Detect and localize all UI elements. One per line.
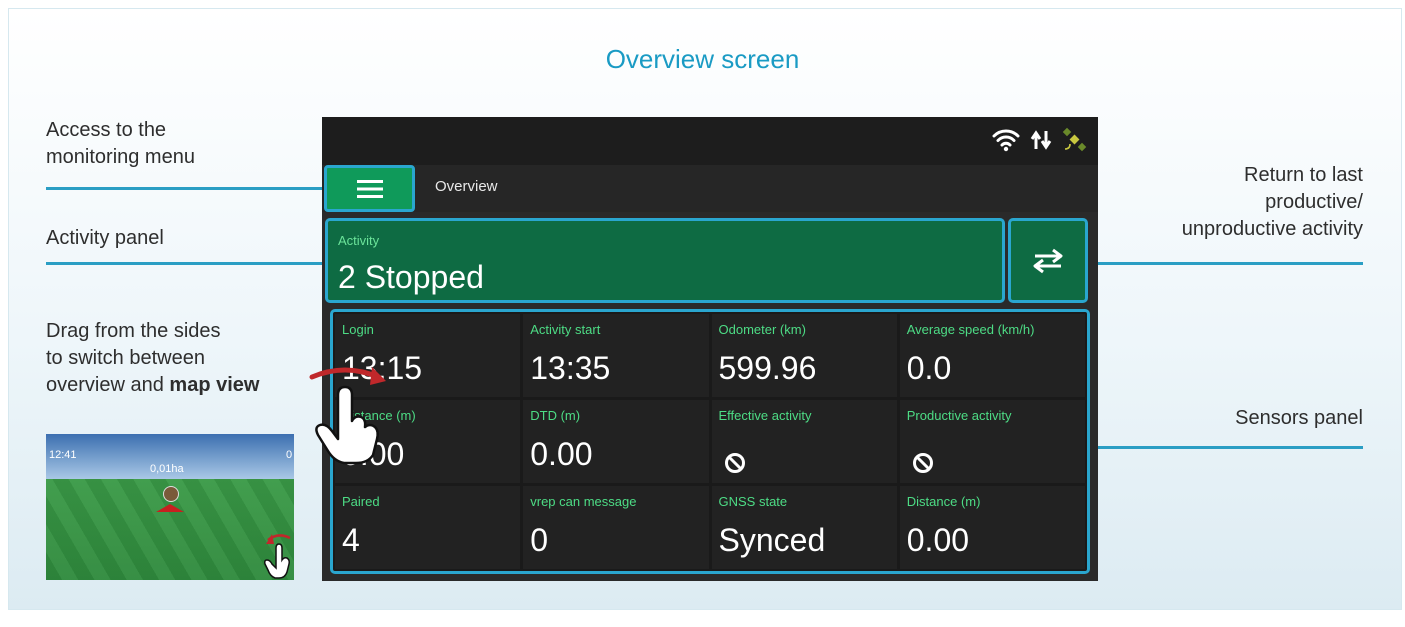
sensor-gnss-state[interactable]: GNSS state Synced <box>711 486 897 569</box>
callout-line-menu <box>46 187 324 190</box>
swipe-gesture <box>309 367 386 465</box>
annotation-sensors-panel: Sensors panel <box>1235 407 1363 429</box>
activity-panel[interactable]: Activity 2 Stopped <box>325 218 1005 303</box>
annotation-return-last: Return to last productive/ unproductive … <box>1181 164 1363 240</box>
annotation-menu-access: Access to the monitoring menu <box>46 119 195 168</box>
hand-pointer-icon <box>315 385 379 465</box>
callout-line-return <box>1086 262 1363 265</box>
annotation-activity-panel: Activity panel <box>46 227 164 249</box>
drag-hint-map-view: map view <box>169 374 260 396</box>
sensor-label: Activity start <box>530 322 601 337</box>
map-view-thumbnail: 12:41 0,01ha 0 <box>46 434 294 580</box>
return-last-activity-button[interactable] <box>1008 218 1088 303</box>
sensor-value: 4 <box>342 522 360 558</box>
sensor-average-speed[interactable]: Average speed (km/h) 0.0 <box>899 314 1085 397</box>
thumbnail-swipe-hand-icon <box>264 534 291 579</box>
sensor-value: 0.00 <box>530 436 593 472</box>
thumbnail-counter: 0 <box>286 449 293 461</box>
data-transfer-icon <box>1030 130 1052 150</box>
sensor-label: Distance (m) <box>906 494 981 509</box>
sensor-label: Effective activity <box>718 408 812 423</box>
callout-line-activity <box>46 262 328 265</box>
sensor-label: Login <box>342 322 374 337</box>
sensor-paired[interactable]: Paired 4 <box>335 486 521 569</box>
swap-arrows-icon <box>1033 248 1063 273</box>
sensor-effective-activity[interactable]: Effective activity <box>711 400 897 483</box>
thumbnail-area: 0,01ha <box>150 463 184 475</box>
sensor-label: Productive activity <box>906 408 1012 423</box>
figure-title: Overview screen <box>605 44 800 74</box>
callout-line-sensors <box>1086 446 1363 449</box>
sensor-dtd[interactable]: DTD (m) 0.00 <box>523 400 709 483</box>
sensor-value: 599.96 <box>718 350 817 386</box>
sensor-label: vrep can message <box>530 494 637 509</box>
status-bar <box>322 117 1098 165</box>
wifi-icon <box>992 129 1020 152</box>
prohibited-icon <box>912 453 933 473</box>
hamburger-icon <box>356 179 383 198</box>
thumbnail-time: 12:41 <box>49 449 77 461</box>
activity-value: 2 Stopped <box>338 259 484 295</box>
sensor-label: DTD (m) <box>530 408 581 423</box>
sensors-panel: Login 13:15 Activity start 13:35 Odomete… <box>330 309 1090 574</box>
device-screen: Overview Activity 2 Stopped Login 13:15 … <box>322 117 1098 581</box>
sensor-label: Odometer (km) <box>718 322 806 337</box>
satellite-icon <box>1062 127 1087 152</box>
annotation-drag-hint: Drag from the sides to switch between ov… <box>46 318 259 399</box>
screen-title: Overview <box>435 178 498 195</box>
sensor-activity-start[interactable]: Activity start 13:35 <box>523 314 709 397</box>
sensor-productive-activity[interactable]: Productive activity <box>899 400 1085 483</box>
sensor-label: GNSS state <box>718 494 788 509</box>
drag-hint-line-1: Drag from the sides <box>46 320 221 342</box>
sensor-distance-2[interactable]: Distance (m) 0.00 <box>899 486 1085 569</box>
status-icons <box>992 127 1088 153</box>
menu-button[interactable] <box>324 165 415 212</box>
sensor-label: Average speed (km/h) <box>906 322 1035 337</box>
sensor-value: Synced <box>718 522 826 558</box>
sensor-vrep-can-message[interactable]: vrep can message 0 <box>523 486 709 569</box>
drag-hint-prefix: overview and <box>46 374 170 396</box>
prohibited-icon <box>724 453 745 473</box>
swipe-arrow-icon <box>309 367 381 380</box>
drag-hint-line-3: overview and map view <box>46 372 259 399</box>
drag-hint-line-2: to switch between <box>46 347 205 369</box>
thumbnail-marker-icon <box>163 486 179 502</box>
sensor-value: 0.00 <box>906 522 970 558</box>
sensor-label: Paired <box>342 494 380 509</box>
sensor-value: 13:35 <box>530 350 611 386</box>
activity-label: Activity <box>338 233 380 248</box>
thumbnail-vehicle-icon <box>156 504 184 512</box>
sensor-odometer[interactable]: Odometer (km) 599.96 <box>711 314 897 397</box>
sensor-value: 0.0 <box>906 350 952 386</box>
sensor-value: 0 <box>530 522 549 558</box>
